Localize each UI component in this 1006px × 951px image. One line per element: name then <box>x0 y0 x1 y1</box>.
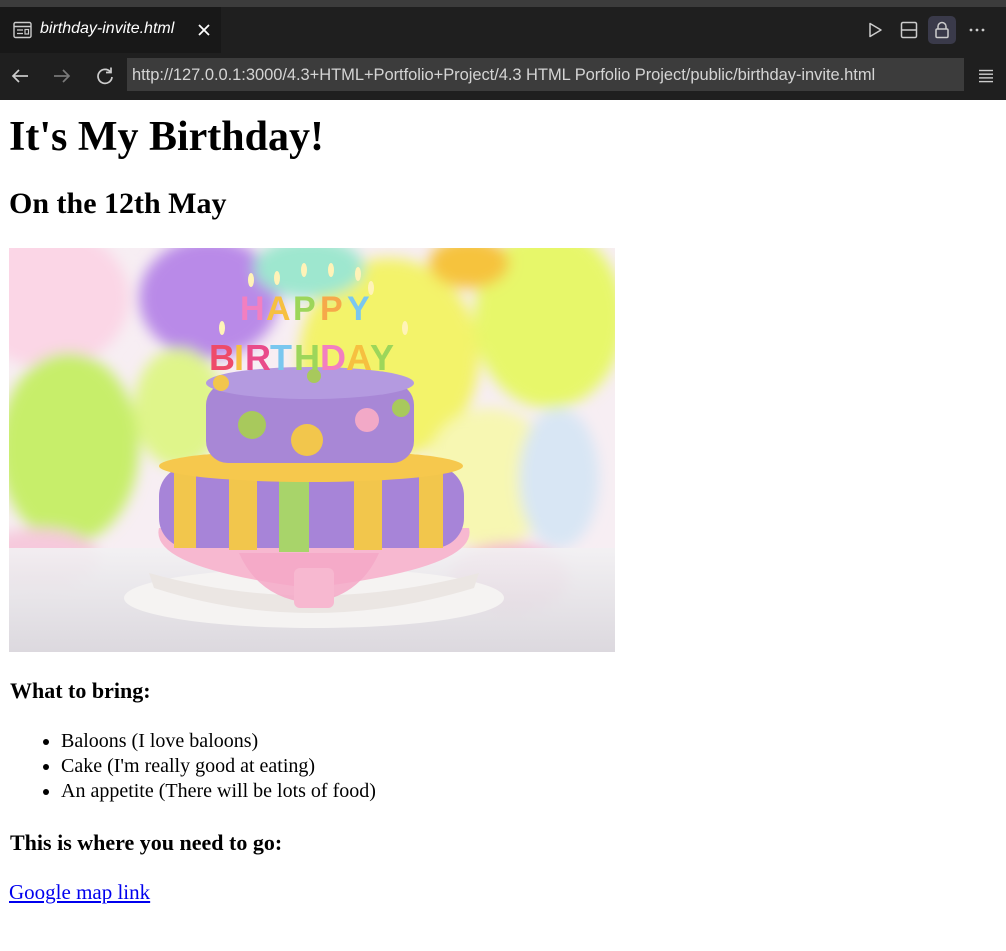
list-item: An appetite (There will be lots of food) <box>61 779 376 804</box>
browser-nav-bar: http://127.0.0.1:3000/4.3+HTML+Portfolio… <box>0 53 1006 100</box>
menu-icon <box>979 69 993 83</box>
svg-text:A: A <box>266 290 291 328</box>
svg-text:Y: Y <box>370 337 394 378</box>
bring-list: Baloons (I love baloons) Cake (I'm reall… <box>0 729 376 804</box>
svg-text:H: H <box>240 290 265 328</box>
more-actions-button[interactable] <box>963 16 991 44</box>
browser-menu-button[interactable] <box>973 62 999 90</box>
editor-tab[interactable]: birthday-invite.html <box>0 7 221 53</box>
split-editor-icon <box>900 21 918 39</box>
svg-text:B: B <box>209 337 235 378</box>
run-button[interactable] <box>861 16 889 44</box>
forward-button[interactable] <box>49 62 75 90</box>
where-heading: This is where you need to go: <box>10 830 283 855</box>
svg-text:T: T <box>270 337 292 378</box>
play-icon <box>869 22 882 38</box>
what-to-bring-heading: What to bring: <box>10 678 151 703</box>
svg-text:H: H <box>294 337 320 378</box>
reload-icon <box>97 67 113 85</box>
birthday-cake-image: H A P P Y B I R T H D A Y <box>9 248 615 652</box>
list-item: Cake (I'm really good at eating) <box>61 754 376 779</box>
arrow-right-icon <box>54 69 71 83</box>
lock-icon <box>935 21 949 39</box>
svg-text:P: P <box>320 290 343 328</box>
google-map-link[interactable]: Google map link <box>9 880 150 905</box>
back-button[interactable] <box>7 62 33 90</box>
svg-text:I: I <box>234 337 244 378</box>
svg-text:P: P <box>293 290 316 328</box>
page-content: It's My Birthday! On the 12th May H A P … <box>0 100 1006 951</box>
page-title: It's My Birthday! <box>9 114 324 160</box>
close-icon[interactable] <box>195 21 213 39</box>
url-input[interactable]: http://127.0.0.1:3000/4.3+HTML+Portfolio… <box>127 58 964 91</box>
preview-icon <box>13 21 32 39</box>
svg-text:R: R <box>245 337 271 378</box>
split-editor-button[interactable] <box>895 16 923 44</box>
arrow-left-icon <box>11 69 28 83</box>
list-item: Baloons (I love baloons) <box>61 729 376 754</box>
tab-title: birthday-invite.html <box>40 20 175 37</box>
more-icon <box>969 28 985 32</box>
date-heading: On the 12th May <box>9 187 227 220</box>
reload-button[interactable] <box>92 62 118 90</box>
svg-text:Y: Y <box>347 290 370 328</box>
svg-text:D: D <box>320 337 346 378</box>
url-text: http://127.0.0.1:3000/4.3+HTML+Portfolio… <box>132 66 876 84</box>
svg-text:A: A <box>346 337 372 378</box>
lock-button[interactable] <box>928 16 956 44</box>
editor-tab-bar: birthday-invite.html <box>0 7 1006 53</box>
window-top-border <box>0 0 1006 7</box>
